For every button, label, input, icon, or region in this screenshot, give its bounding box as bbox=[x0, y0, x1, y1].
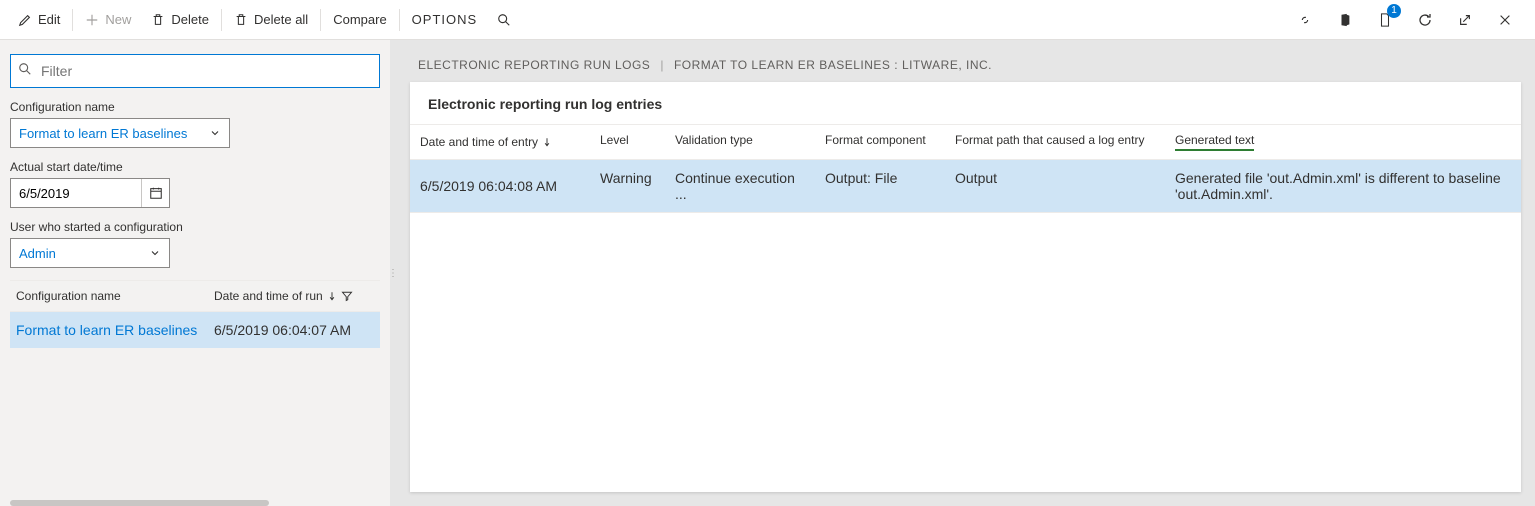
edit-button[interactable]: Edit bbox=[8, 0, 70, 40]
grid-header: Date and time of entry Level Validation … bbox=[410, 124, 1521, 160]
delete-all-button[interactable]: Delete all bbox=[224, 0, 318, 40]
panel-title: Electronic reporting run log entries bbox=[410, 82, 1521, 124]
trash-icon bbox=[234, 13, 248, 27]
col-level[interactable]: Level bbox=[600, 133, 629, 147]
search-button[interactable] bbox=[487, 0, 521, 40]
table-row[interactable]: 6/5/2019 06:04:08 AM Warning Continue ex… bbox=[410, 160, 1521, 213]
breadcrumb-sep: | bbox=[660, 58, 664, 72]
compare-label: Compare bbox=[333, 12, 386, 27]
left-pane: Configuration name Format to learn ER ba… bbox=[0, 40, 390, 506]
sort-down-icon bbox=[542, 137, 552, 147]
popout-button[interactable] bbox=[1451, 6, 1479, 34]
user-select[interactable]: Admin bbox=[10, 238, 170, 268]
toolbar-sep bbox=[399, 9, 400, 31]
pencil-icon bbox=[18, 13, 32, 27]
toolbar-sep bbox=[72, 9, 73, 31]
runs-table: Configuration name Date and time of run … bbox=[10, 280, 380, 348]
breadcrumb-item: FORMAT TO LEARN ER BASELINES : LITWARE, … bbox=[674, 58, 992, 72]
row-datetime: 6/5/2019 06:04:07 AM bbox=[214, 322, 374, 338]
search-icon bbox=[497, 13, 511, 27]
cell-date: 6/5/2019 06:04:08 AM bbox=[410, 170, 590, 202]
close-button[interactable] bbox=[1491, 6, 1519, 34]
trash-icon bbox=[151, 13, 165, 27]
options-button[interactable]: OPTIONS bbox=[402, 0, 488, 40]
col-date[interactable]: Date and time of entry bbox=[420, 135, 538, 149]
right-pane: ELECTRONIC REPORTING RUN LOGS | FORMAT T… bbox=[396, 40, 1535, 506]
row-config-name[interactable]: Format to learn ER baselines bbox=[16, 322, 214, 338]
cell-text: Generated file 'out.Admin.xml' is differ… bbox=[1165, 170, 1521, 202]
col-component[interactable]: Format component bbox=[825, 133, 926, 147]
breadcrumb-item[interactable]: ELECTRONIC REPORTING RUN LOGS bbox=[418, 58, 650, 72]
popout-icon bbox=[1458, 13, 1472, 27]
filter-input[interactable] bbox=[10, 54, 380, 88]
attach-button[interactable] bbox=[1291, 6, 1319, 34]
chevron-down-icon bbox=[149, 247, 161, 259]
cell-component: Output: File bbox=[815, 170, 945, 202]
compare-button[interactable]: Compare bbox=[323, 0, 396, 40]
search-icon bbox=[18, 62, 32, 76]
user-label: User who started a configuration bbox=[10, 220, 380, 234]
plus-icon bbox=[85, 13, 99, 27]
sort-down-icon bbox=[327, 291, 337, 301]
col-valtype[interactable]: Validation type bbox=[675, 133, 753, 147]
office-icon bbox=[1338, 13, 1352, 27]
breadcrumb: ELECTRONIC REPORTING RUN LOGS | FORMAT T… bbox=[396, 40, 1535, 82]
notification-badge: 1 bbox=[1387, 4, 1401, 18]
link-icon bbox=[1298, 13, 1312, 27]
delete-button[interactable]: Delete bbox=[141, 0, 219, 40]
start-date-input[interactable] bbox=[11, 186, 141, 201]
config-name-label: Configuration name bbox=[10, 100, 380, 114]
toolbar-sep bbox=[221, 9, 222, 31]
cell-level: Warning bbox=[590, 170, 665, 202]
start-date-label: Actual start date/time bbox=[10, 160, 380, 174]
runs-col-datetime[interactable]: Date and time of run bbox=[214, 289, 323, 303]
runs-col-name[interactable]: Configuration name bbox=[16, 289, 214, 303]
delete-label: Delete bbox=[171, 12, 209, 27]
delete-all-label: Delete all bbox=[254, 12, 308, 27]
user-value: Admin bbox=[19, 246, 56, 261]
calendar-icon bbox=[149, 186, 163, 200]
toolbar-sep bbox=[320, 9, 321, 31]
new-label: New bbox=[105, 12, 131, 27]
close-icon bbox=[1498, 13, 1512, 27]
edit-label: Edit bbox=[38, 12, 60, 27]
options-label: OPTIONS bbox=[412, 12, 478, 27]
chevron-down-icon bbox=[209, 127, 221, 139]
calendar-button[interactable] bbox=[141, 179, 169, 207]
col-path[interactable]: Format path that caused a log entry bbox=[955, 133, 1144, 147]
table-row[interactable]: Format to learn ER baselines 6/5/2019 06… bbox=[10, 312, 380, 348]
refresh-button[interactable] bbox=[1411, 6, 1439, 34]
config-name-select[interactable]: Format to learn ER baselines bbox=[10, 118, 230, 148]
refresh-icon bbox=[1417, 12, 1433, 28]
config-name-value: Format to learn ER baselines bbox=[19, 126, 187, 141]
new-button: New bbox=[75, 0, 141, 40]
cell-valtype: Continue execution ... bbox=[665, 170, 815, 202]
notifications-button[interactable]: 1 bbox=[1371, 6, 1399, 34]
office-button[interactable] bbox=[1331, 6, 1359, 34]
toolbar: Edit New Delete Delete all Compare bbox=[0, 0, 1535, 40]
filter-icon[interactable] bbox=[341, 290, 353, 302]
log-panel: Electronic reporting run log entries Dat… bbox=[410, 82, 1521, 492]
horizontal-scrollbar[interactable] bbox=[10, 500, 269, 506]
cell-path: Output bbox=[945, 170, 1165, 202]
col-text[interactable]: Generated text bbox=[1175, 133, 1254, 151]
